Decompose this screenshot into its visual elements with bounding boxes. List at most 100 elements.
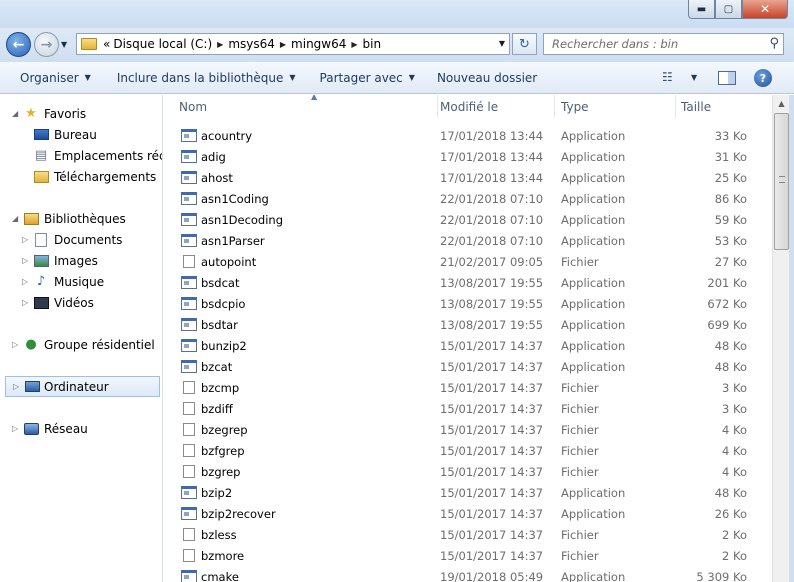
breadcrumb-mingw64[interactable]: mingw64	[291, 37, 346, 51]
file-row[interactable]: bzfgrep 15/01/2017 14:37 Fichier 4 Ko	[164, 440, 772, 461]
nav-label: Documents	[54, 232, 123, 247]
address-row: ← → ▼ « Disque local (C:) ▶ msys64 ▶ min…	[0, 28, 794, 62]
close-button[interactable]: ✕	[742, 0, 788, 19]
breadcrumb-bin[interactable]: bin	[363, 37, 382, 51]
file-row[interactable]: bsdcpio 13/08/2017 19:55 Application 672 Ko	[164, 293, 772, 314]
file-name-cell: asn1Parser	[181, 230, 265, 251]
collapsed-arrow-icon[interactable]: ▷	[22, 277, 28, 286]
file-row[interactable]: autopoint 21/02/2017 09:05 Fichier 27 Ko	[164, 251, 772, 272]
collapsed-arrow-icon[interactable]: ▷	[12, 424, 18, 433]
file-date: 19/01/2018 05:49	[440, 569, 544, 582]
nav-item-downloads[interactable]: Téléchargements	[0, 166, 162, 187]
file-size: 5 309 Ko	[696, 569, 747, 582]
chevron-down-icon[interactable]: ▼	[499, 39, 505, 48]
column-header-date[interactable]: Modifié le	[435, 95, 555, 118]
preview-pane-icon[interactable]	[718, 71, 736, 85]
breadcrumb-overflow[interactable]: «	[103, 37, 110, 51]
nav-item-music[interactable]: ▷ ♪ Musique	[0, 271, 162, 292]
nav-item-videos[interactable]: ▷ Vidéos	[0, 292, 162, 313]
nav-item-homegroup[interactable]: ▷ ● Groupe résidentiel	[0, 334, 162, 355]
column-header-name[interactable]: Nom ▲	[174, 95, 438, 118]
file-date: 22/01/2018 07:10	[440, 233, 544, 248]
file-row[interactable]: cmake 19/01/2018 05:49 Application 5 309 Ko	[164, 566, 772, 582]
file-name-cell: acountry	[181, 125, 252, 146]
expanded-arrow-icon[interactable]: ◢	[12, 109, 18, 118]
scroll-thumb[interactable]	[774, 113, 789, 250]
collapsed-arrow-icon[interactable]: ▷	[13, 382, 19, 391]
file-row[interactable]: bzcmp 15/01/2017 14:37 Fichier 3 Ko	[164, 377, 772, 398]
share-with-button[interactable]: Partager avec ▼	[312, 66, 423, 90]
search-icon[interactable]: ⚲	[769, 36, 779, 51]
file-name: bzegrep	[201, 422, 248, 437]
application-icon	[181, 276, 197, 289]
application-icon	[181, 360, 197, 373]
application-icon	[181, 507, 197, 520]
maximize-button[interactable]: ▢	[715, 0, 742, 19]
application-icon	[181, 339, 197, 352]
file-row[interactable]: bzip2 15/01/2017 14:37 Application 48 Ko	[164, 482, 772, 503]
file-name: bzcat	[201, 359, 233, 374]
file-row[interactable]: bzcat 15/01/2017 14:37 Application 48 Ko	[164, 356, 772, 377]
file-row[interactable]: bzegrep 15/01/2017 14:37 Fichier 4 Ko	[164, 419, 772, 440]
star-icon: ★	[25, 106, 37, 121]
collapsed-arrow-icon[interactable]: ▷	[22, 235, 28, 244]
address-bar[interactable]: « Disque local (C:) ▶ msys64 ▶ mingw64 ▶…	[76, 33, 510, 55]
file-row[interactable]: asn1Coding 22/01/2018 07:10 Application 86 …	[164, 188, 772, 209]
breadcrumb-msys64[interactable]: msys64	[228, 37, 275, 51]
chevron-right-icon[interactable]: ▶	[280, 40, 286, 49]
column-header-size[interactable]: Taille	[676, 95, 766, 118]
nav-item-recent[interactable]: ▤ Emplacements récents	[0, 145, 162, 166]
refresh-button[interactable]: ↻	[512, 33, 537, 55]
nav-item-computer[interactable]: ▷ Ordinateur	[5, 376, 160, 397]
chevron-down-icon[interactable]: ▼	[691, 73, 697, 82]
expanded-arrow-icon[interactable]: ◢	[12, 214, 18, 223]
nav-item-documents[interactable]: ▷ Documents	[0, 229, 162, 250]
file-row[interactable]: bunzip2 15/01/2017 14:37 Application 48 Ko	[164, 335, 772, 356]
file-row[interactable]: bzgrep 15/01/2017 14:37 Fichier 4 Ko	[164, 461, 772, 482]
include-library-button[interactable]: Inclure dans la bibliothèque ▼	[109, 66, 304, 90]
computer-icon	[24, 380, 40, 394]
collapsed-arrow-icon[interactable]: ▷	[12, 340, 18, 349]
file-row[interactable]: asn1Parser 22/01/2018 07:10 Application 53 …	[164, 230, 772, 251]
application-icon	[181, 129, 197, 142]
minimize-button[interactable]: ▬	[688, 0, 715, 19]
vertical-scrollbar[interactable]: ▲	[772, 95, 789, 582]
file-row[interactable]: bsdtar 13/08/2017 19:55 Application 699 Ko	[164, 314, 772, 335]
nav-item-libraries[interactable]: ◢ Bibliothèques	[0, 208, 162, 229]
file-row[interactable]: bzless 15/01/2017 14:37 Fichier 2 Ko	[164, 524, 772, 545]
chevron-right-icon[interactable]: ▶	[217, 40, 223, 49]
file-date: 15/01/2017 14:37	[440, 338, 544, 353]
file-row[interactable]: bzdiff 15/01/2017 14:37 Fichier 3 Ko	[164, 398, 772, 419]
collapsed-arrow-icon[interactable]: ▷	[22, 256, 28, 265]
nav-item-desktop[interactable]: Bureau	[0, 124, 162, 145]
file-row[interactable]: asn1Decoding 22/01/2018 07:10 Application 5…	[164, 209, 772, 230]
history-dropdown[interactable]: ▼	[61, 40, 67, 49]
file-row[interactable]: adig 17/01/2018 13:44 Application 31 Ko	[164, 146, 772, 167]
scroll-up-arrow-icon[interactable]: ▲	[773, 95, 790, 112]
file-icon	[183, 381, 195, 394]
search-input[interactable]	[552, 37, 757, 51]
file-row[interactable]: bsdcat 13/08/2017 19:55 Application 201 Ko	[164, 272, 772, 293]
column-header-type[interactable]: Type	[556, 95, 676, 118]
file-row[interactable]: bzip2recover 15/01/2017 14:37 Application 2…	[164, 503, 772, 524]
back-button[interactable]: ←	[6, 32, 31, 57]
help-icon[interactable]: ?	[754, 69, 772, 87]
view-options-icon[interactable]: ☷	[662, 70, 673, 84]
window-controls: ▬ ▢ ✕	[688, 0, 788, 19]
file-name: bzfgrep	[201, 443, 245, 458]
file-row[interactable]: ahost 17/01/2018 13:44 Application 25 Ko	[164, 167, 772, 188]
file-row[interactable]: acountry 17/01/2018 13:44 Application 33 Ko	[164, 125, 772, 146]
nav-item-network[interactable]: ▷ Réseau	[0, 418, 162, 439]
nav-item-favorites[interactable]: ◢ ★ Favoris	[0, 103, 162, 124]
new-folder-button[interactable]: Nouveau dossier	[429, 66, 545, 90]
chevron-right-icon[interactable]: ▶	[351, 40, 357, 49]
file-date: 15/01/2017 14:37	[440, 380, 544, 395]
forward-button[interactable]: →	[34, 32, 59, 57]
organize-button[interactable]: Organiser ▼	[12, 66, 99, 90]
file-date: 15/01/2017 14:37	[440, 359, 544, 374]
nav-item-images[interactable]: ▷ Images	[0, 250, 162, 271]
file-row[interactable]: bzmore 15/01/2017 14:37 Fichier 2 Ko	[164, 545, 772, 566]
application-icon	[181, 318, 197, 331]
breadcrumb-disk[interactable]: Disque local (C:)	[113, 37, 212, 51]
collapsed-arrow-icon[interactable]: ▷	[22, 298, 28, 307]
